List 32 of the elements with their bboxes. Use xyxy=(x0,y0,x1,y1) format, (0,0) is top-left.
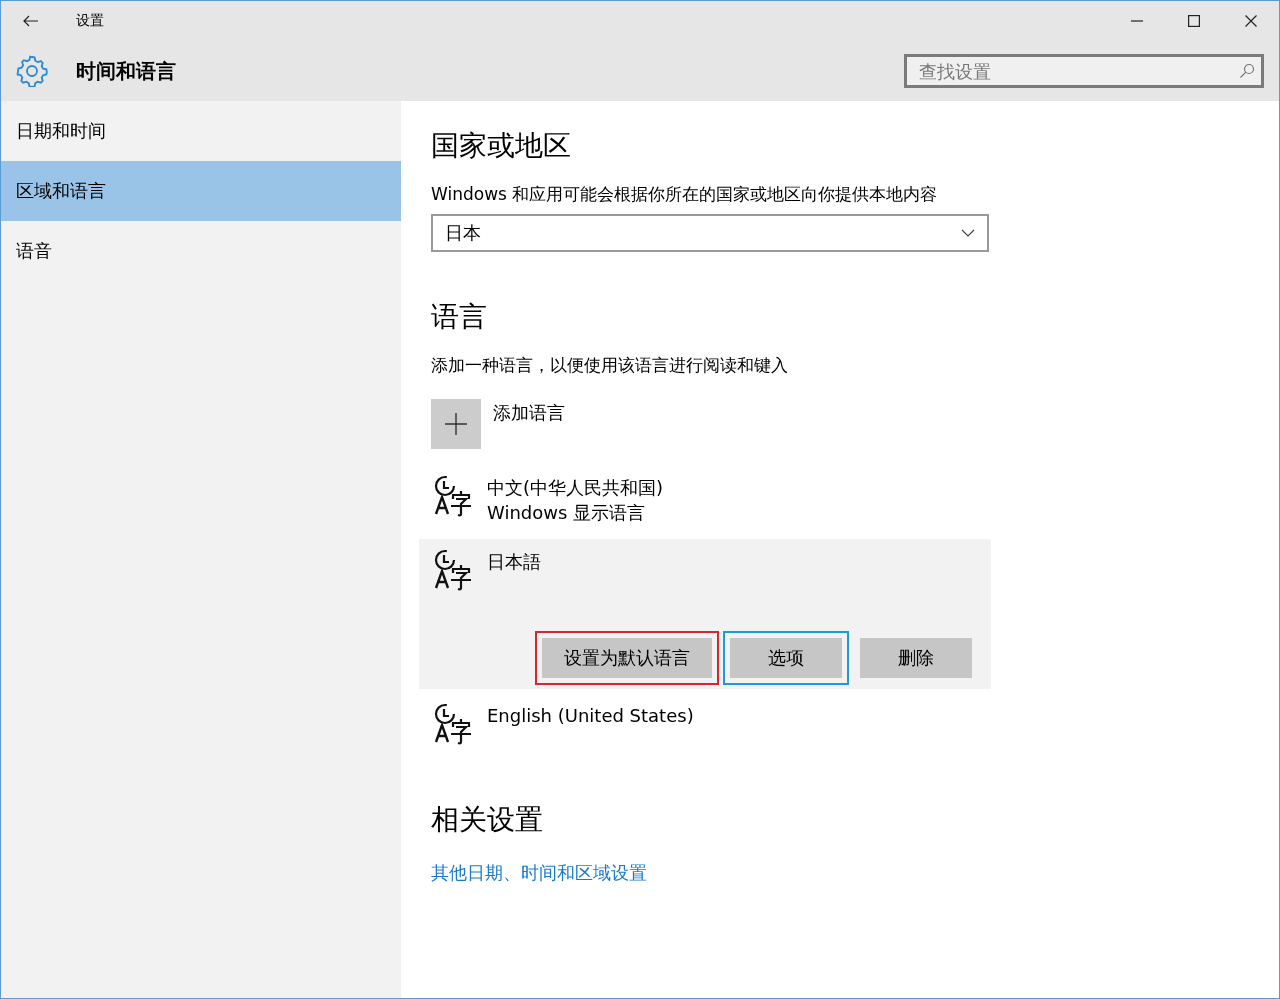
maximize-icon xyxy=(1187,15,1200,27)
sidebar-item[interactable]: 语音 xyxy=(1,221,401,281)
plus-icon xyxy=(445,413,467,435)
back-arrow-icon xyxy=(23,15,39,27)
language-action-button[interactable]: 删除 xyxy=(860,638,972,678)
chevron-down-icon xyxy=(961,229,975,237)
sidebar-item[interactable]: 日期和时间 xyxy=(1,101,401,161)
sidebar-item[interactable]: 区域和语言 xyxy=(1,161,401,221)
add-language-label[interactable]: 添加语言 xyxy=(493,401,565,449)
section-heading: 相关设置 xyxy=(431,802,543,838)
section-heading: 国家或地区 xyxy=(431,128,571,164)
page-title: 时间和语言 xyxy=(76,57,176,85)
language-item[interactable]: 中文(中华人民共和国) Windows 显示语言 xyxy=(419,465,991,535)
section-heading: 语言 xyxy=(431,299,487,335)
settings-icon xyxy=(16,55,48,87)
description-text: Windows 和应用可能会根据你所在的国家或地区向你提供本地内容 xyxy=(431,183,938,206)
language-item[interactable]: 日本語 设置为默认语言 选项 删除 xyxy=(419,539,991,689)
close-icon xyxy=(1244,15,1257,27)
search-icon xyxy=(1239,63,1255,79)
language-name: 中文(中华人民共和国) xyxy=(487,476,664,500)
related-settings-link[interactable]: 其他日期、时间和区域设置 xyxy=(431,861,647,885)
search-field[interactable]: 查找设置 xyxy=(904,54,1264,88)
language-name: English (United States) xyxy=(487,704,694,728)
language-subtitle: Windows 显示语言 xyxy=(487,501,647,525)
language-action-button[interactable]: 设置为默认语言 xyxy=(542,638,712,678)
add-button[interactable] xyxy=(431,399,481,449)
description-text: 添加一种语言，以便使用该语言进行阅读和键入 xyxy=(431,354,788,377)
country-dropdown[interactable]: 日本 xyxy=(431,214,989,252)
language-name: 日本語 xyxy=(487,550,541,574)
language-action-button[interactable]: 选项 xyxy=(730,638,842,678)
window-title: 设置 xyxy=(76,12,104,30)
language-item[interactable]: English (United States) xyxy=(419,693,991,755)
